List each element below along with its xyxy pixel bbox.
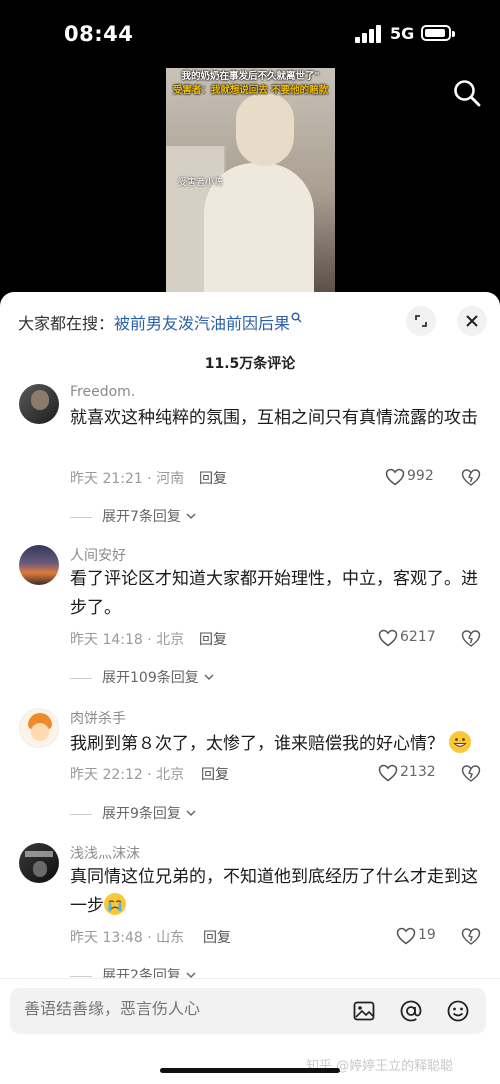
avatar[interactable]	[19, 545, 59, 585]
close-button[interactable]	[457, 306, 487, 336]
comment-text-body: 我刷到第８次了，太惨了，谁来赔偿我的好心情？	[70, 734, 444, 754]
status-bar: 08:44 5G	[0, 0, 500, 68]
heart-icon[interactable]	[378, 629, 398, 647]
expand-replies-label: 展开109条回复	[102, 670, 199, 686]
hot-search-prefix: 大家都在搜：	[18, 314, 115, 333]
avatar[interactable]	[19, 708, 59, 748]
at-icon[interactable]	[399, 999, 423, 1023]
comment-count: 11.5万条评论	[204, 356, 296, 372]
comment-text-body: 真同情这位兄弟的，不知道他到底经历了什么才走到这一步	[70, 867, 478, 916]
comment-text: 就喜欢这种纯粹的氛围，互相之间只有真情流露的攻击	[70, 408, 478, 428]
reply-button[interactable]: 回复	[203, 927, 231, 947]
network-type: 5G	[390, 24, 415, 43]
video-caption-top: 我的奶奶在事发后不久就离世了"	[181, 71, 320, 82]
dislike-icon[interactable]	[461, 763, 481, 783]
reply-button[interactable]: 回复	[199, 629, 227, 649]
comment-author[interactable]: 浅浅灬沫沫	[70, 843, 140, 863]
comment-text: 我刷到第８次了，太惨了，谁来赔偿我的好心情？	[70, 730, 480, 759]
expand-replies[interactable]: 展开7条回复	[70, 506, 197, 526]
comment-author[interactable]: Freedom.	[70, 384, 135, 400]
reply-button[interactable]: 回复	[201, 764, 229, 784]
expand-icon	[415, 315, 427, 327]
hot-search-link[interactable]: 被前男友泼汽油前因后果	[114, 314, 290, 333]
signal-icon	[355, 25, 383, 43]
search-icon	[291, 312, 302, 323]
like-count: 19	[418, 927, 436, 943]
expand-replies[interactable]: 展开109条回复	[70, 667, 215, 687]
chevron-down-icon	[204, 674, 214, 681]
image-icon[interactable]	[352, 999, 376, 1023]
crying-emoji-icon	[104, 893, 126, 915]
like-count: 992	[407, 468, 434, 484]
search-icon[interactable]	[452, 78, 482, 108]
comment-text: 看了评论区才知道大家都开始理性，中立，客观了。进步了。	[70, 569, 478, 618]
expand-replies-label: 展开7条回复	[102, 509, 181, 525]
like-count: 2132	[400, 764, 436, 780]
comment-author[interactable]: 人间安好	[70, 545, 126, 565]
expand-button[interactable]	[406, 306, 436, 336]
chevron-down-icon	[186, 810, 196, 817]
home-indicator[interactable]	[160, 1068, 340, 1073]
dislike-icon[interactable]	[461, 926, 481, 946]
comment-meta: 昨天 21:21 · 河南	[70, 471, 185, 487]
expand-replies[interactable]: 展开9条回复	[70, 803, 197, 823]
comment-input-bar	[10, 988, 486, 1034]
comment-meta: 昨天 14:18 · 北京	[70, 632, 185, 648]
heart-icon[interactable]	[378, 764, 398, 782]
dislike-icon[interactable]	[461, 628, 481, 648]
battery-icon	[421, 25, 455, 41]
chevron-down-icon	[186, 513, 196, 520]
comment-input[interactable]	[24, 1001, 344, 1019]
heart-icon[interactable]	[385, 468, 405, 486]
hot-search[interactable]: 大家都在搜：被前男友泼汽油前因后果	[18, 310, 302, 334]
comment-meta: 昨天 13:48 · 山东	[70, 930, 185, 946]
avatar[interactable]	[19, 384, 59, 424]
comment-author[interactable]: 肉饼杀手	[70, 708, 126, 728]
like-count: 6217	[400, 629, 436, 645]
status-time: 08:44	[64, 22, 134, 46]
video-caption-sub: 受害者：我就想说回去 不要他的赔款	[172, 85, 329, 96]
close-icon	[466, 315, 478, 327]
video-player[interactable]: 我的奶奶在事发后不久就离世了" 受害者：我就想说回去 不要他的赔款 受害者小陈	[166, 68, 335, 292]
reply-button[interactable]: 回复	[199, 468, 227, 488]
avatar[interactable]	[19, 843, 59, 883]
expand-replies-label: 展开9条回复	[102, 806, 181, 822]
comment-meta: 昨天 22:12 · 北京	[70, 767, 185, 783]
heart-icon[interactable]	[396, 927, 416, 945]
comment-sheet: 大家都在搜：被前男友泼汽油前因后果 11.5万条评论 Freedom. 就喜欢这…	[0, 292, 500, 1084]
emoji-icon[interactable]	[446, 999, 470, 1023]
video-caption-label: 受害者小陈	[178, 178, 224, 188]
comment-text: 真同情这位兄弟的，不知道他到底经历了什么才走到这一步	[70, 863, 480, 921]
dislike-icon[interactable]	[461, 467, 481, 487]
grin-emoji-icon	[449, 731, 472, 753]
